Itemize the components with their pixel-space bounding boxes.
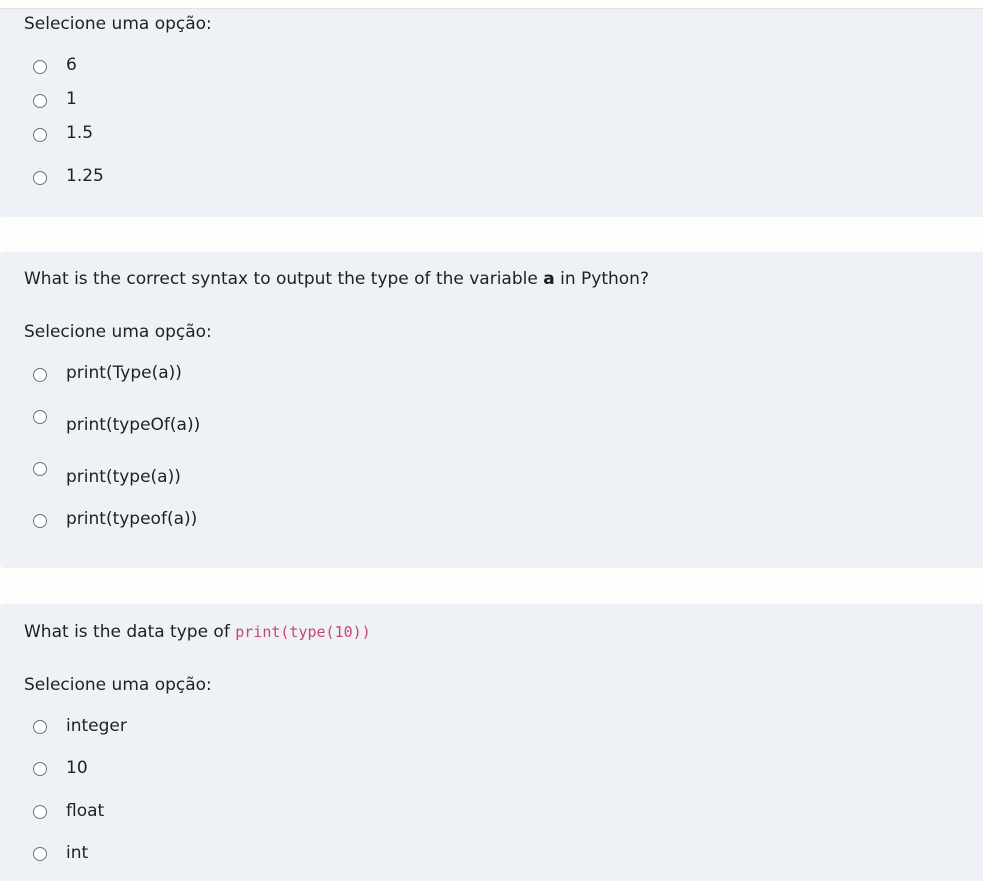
option-label[interactable]: integer	[66, 716, 127, 736]
radio-option-q1-2[interactable]	[33, 94, 47, 108]
option-label[interactable]: print(typeOf(a))	[66, 415, 200, 435]
question-text-part: What is the data type of	[24, 622, 236, 642]
option-label[interactable]: print(typeof(a))	[66, 509, 197, 529]
question-text: What is the data type of print(type(10))	[24, 622, 371, 642]
select-option-prompt: Selecione uma opção:	[24, 14, 212, 34]
option-label[interactable]: float	[66, 801, 104, 821]
radio-option-q2-3[interactable]	[33, 462, 47, 476]
option-label[interactable]: 1.5	[66, 123, 93, 143]
option-label[interactable]: print(Type(a))	[66, 363, 182, 383]
option-label[interactable]: int	[66, 843, 88, 863]
radio-option-q2-2[interactable]	[33, 410, 47, 424]
radio-option-q1-4[interactable]	[33, 171, 47, 185]
option-label[interactable]: 1.25	[66, 166, 104, 186]
radio-option-q3-4[interactable]	[33, 847, 47, 861]
question-card-3: What is the data type of print(type(10))…	[0, 604, 983, 881]
radio-option-q2-1[interactable]	[33, 368, 47, 382]
radio-option-q1-1[interactable]	[33, 60, 47, 74]
question-card-2: What is the correct syntax to output the…	[0, 252, 983, 568]
radio-option-q1-3[interactable]	[33, 128, 47, 142]
question-card-1: Selecione uma opção: 6 1 1.5 1.25	[0, 8, 983, 217]
select-option-prompt: Selecione uma opção:	[24, 322, 212, 342]
option-label[interactable]: 1	[66, 89, 77, 109]
question-text: What is the correct syntax to output the…	[24, 269, 649, 289]
option-label[interactable]: 10	[66, 758, 88, 778]
radio-option-q3-3[interactable]	[33, 805, 47, 819]
question-text-part: What is the correct syntax to output the…	[24, 269, 544, 289]
select-option-prompt: Selecione uma opção:	[24, 675, 212, 695]
radio-option-q2-4[interactable]	[33, 514, 47, 528]
option-label[interactable]: print(type(a))	[66, 467, 181, 487]
question-text-part: in Python?	[554, 269, 649, 289]
variable-name: a	[543, 269, 555, 289]
radio-option-q3-2[interactable]	[33, 762, 47, 776]
code-snippet: print(type(10))	[235, 623, 371, 641]
option-label[interactable]: 6	[66, 55, 77, 75]
radio-option-q3-1[interactable]	[33, 720, 47, 734]
